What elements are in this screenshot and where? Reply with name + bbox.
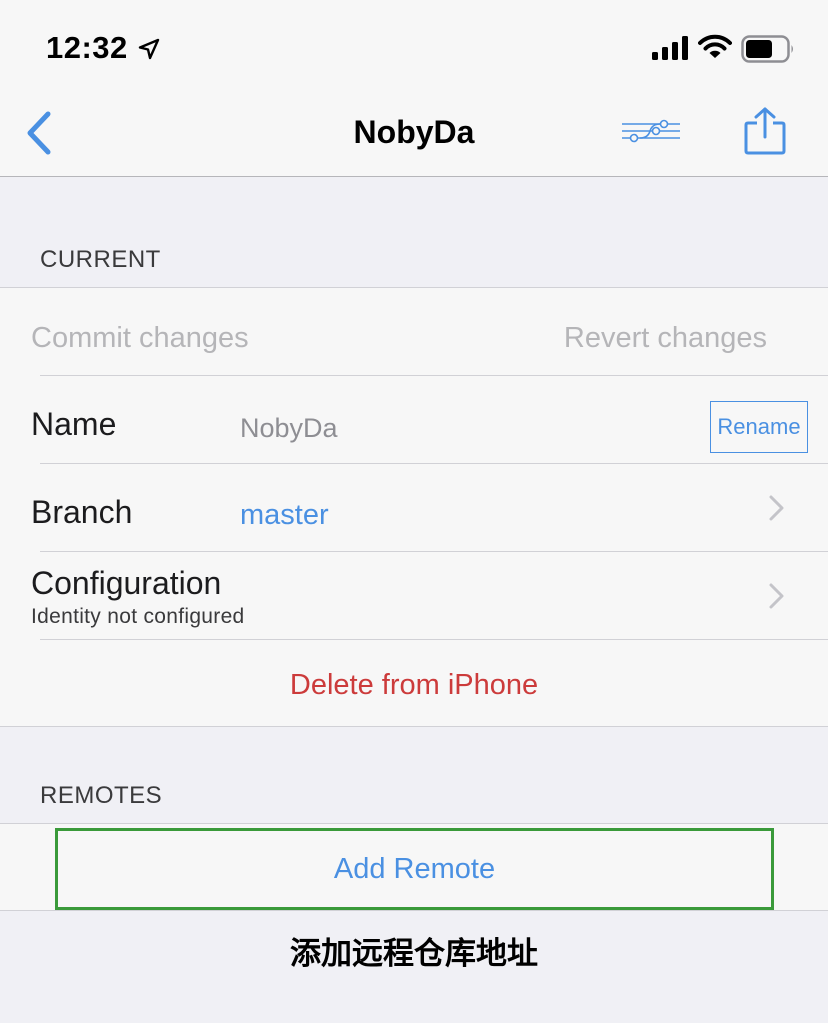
section-header-current: CURRENT bbox=[40, 246, 161, 273]
chevron-right-icon bbox=[769, 583, 784, 609]
branch-label: Branch bbox=[31, 494, 133, 530]
share-icon[interactable] bbox=[742, 106, 788, 156]
navigation-bar: NobyDa bbox=[0, 94, 828, 177]
battery-icon bbox=[741, 35, 793, 63]
commit-changes-button[interactable]: Commit changes bbox=[31, 322, 249, 355]
page-title: NobyDa bbox=[353, 114, 475, 150]
configuration-row[interactable]: Configuration Identity not configured bbox=[0, 552, 828, 640]
revert-changes-button[interactable]: Revert changes bbox=[564, 322, 767, 355]
configuration-subtitle: Identity not configured bbox=[31, 605, 245, 628]
status-time: 12:32 bbox=[46, 30, 128, 65]
section-header-remotes: REMOTES bbox=[40, 782, 163, 809]
add-remote-button[interactable]: Add Remote bbox=[55, 828, 774, 910]
caption-annotation: 添加远程仓库地址 bbox=[290, 936, 538, 972]
current-group: Commit changes Revert changes Name NobyD… bbox=[0, 287, 828, 727]
branch-row[interactable]: Branch master bbox=[0, 464, 828, 552]
configuration-label: Configuration bbox=[31, 565, 222, 601]
wifi-icon bbox=[698, 34, 732, 58]
actions-row: Commit changes Revert changes bbox=[0, 288, 828, 376]
name-row: Name NobyDa Rename bbox=[0, 376, 828, 464]
delete-row[interactable]: Delete from iPhone bbox=[0, 640, 828, 728]
delete-from-iphone-button[interactable]: Delete from iPhone bbox=[0, 669, 828, 702]
location-arrow-icon bbox=[138, 38, 160, 60]
git-branch-icon[interactable] bbox=[618, 114, 684, 148]
cellular-signal-icon bbox=[652, 36, 688, 60]
name-value: NobyDa bbox=[240, 413, 338, 443]
chevron-right-icon bbox=[769, 495, 784, 521]
branch-value: master bbox=[240, 499, 329, 531]
remotes-group: Add Remote bbox=[0, 823, 828, 911]
rename-button[interactable]: Rename bbox=[710, 401, 808, 453]
name-label: Name bbox=[31, 406, 117, 442]
status-bar: 12:32 bbox=[0, 0, 828, 94]
